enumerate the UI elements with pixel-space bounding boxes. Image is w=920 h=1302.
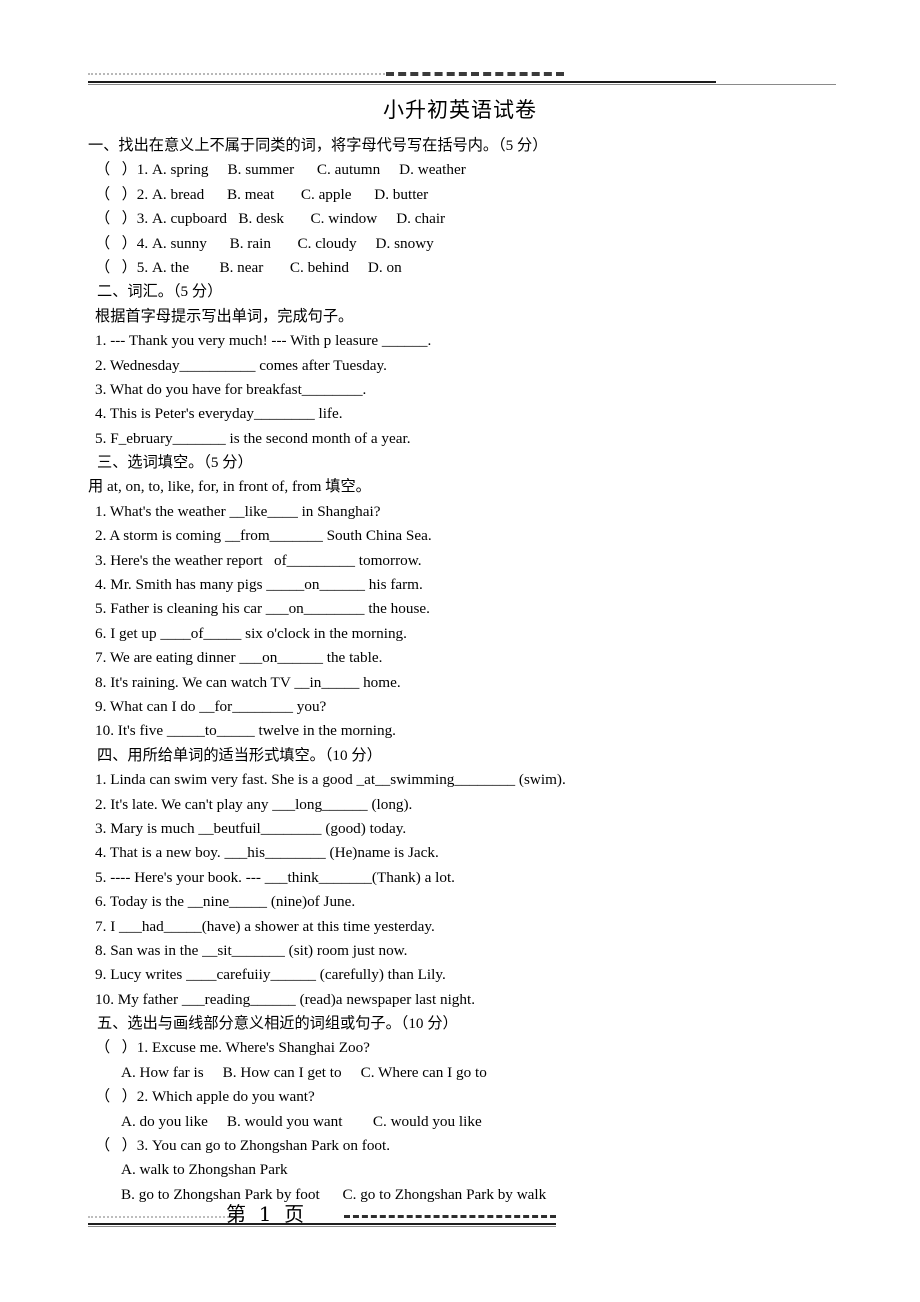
- section-2-subheading: 根据首字母提示写出单词，完成句子。: [95, 307, 354, 325]
- section-5-question-3-stem[interactable]: （ ）3. You can go to Zhongshan Park on fo…: [88, 1134, 878, 1158]
- footer-solid-thick-rule: [88, 1223, 556, 1225]
- section-3-heading: 三、选词填空。（5 分）: [97, 454, 253, 472]
- section-4-item-6[interactable]: 6. Today is the __nine_____ (nine)of Jun…: [88, 890, 878, 914]
- header-solid-thin-rule: [88, 84, 836, 85]
- section-4-item-4[interactable]: 4. That is a new boy. ___his________ (He…: [88, 841, 878, 865]
- section-3-item-3[interactable]: 3. Here's the weather report of_________…: [88, 549, 878, 573]
- section-4-heading: 四、用所给单词的适当形式填空。（10 分）: [97, 746, 382, 764]
- footer-dashed-rule: [344, 1215, 556, 1218]
- section-3-item-7[interactable]: 7. We are eating dinner ___on______ the …: [88, 646, 878, 670]
- section-5-question-2-options[interactable]: A. do you like B. would you want C. woul…: [88, 1110, 878, 1134]
- section-1-item-1[interactable]: （ ）1. A. spring B. summer C. autumn D. w…: [88, 158, 878, 182]
- section-3-item-6[interactable]: 6. I get up ____of_____ six o'clock in t…: [88, 622, 878, 646]
- section-3-item-2[interactable]: 2. A storm is coming __from_______ South…: [88, 524, 878, 548]
- footer-solid-thin-rule: [88, 1226, 556, 1227]
- section-2-item-2[interactable]: 2. Wednesday__________ comes after Tuesd…: [88, 354, 878, 378]
- section-5-question-3-option-a[interactable]: A. walk to Zhongshan Park: [88, 1158, 878, 1182]
- section-4-item-5[interactable]: 5. ---- Here's your book. --- ___think__…: [88, 866, 878, 890]
- page-footer: 第 1 页: [88, 1198, 558, 1228]
- section-3-item-10[interactable]: 10. It's five _____to_____ twelve in the…: [88, 719, 878, 743]
- section-2-item-3[interactable]: 3. What do you have for breakfast_______…: [88, 378, 878, 402]
- section-1-item-4[interactable]: （ ）4. A. sunny B. rain C. cloudy D. snow…: [88, 232, 878, 256]
- section-1-heading: 一、找出在意义上不属于同类的词，将字母代号写在括号内。（5 分）: [88, 137, 548, 154]
- exam-page: 小升初英语试卷 一、找出在意义上不属于同类的词，将字母代号写在括号内。（5 分）…: [0, 0, 920, 1302]
- section-5-question-1-options[interactable]: A. How far is B. How can I get to C. Whe…: [88, 1061, 878, 1085]
- section-1-item-3[interactable]: （ ）3. A. cupboard B. desk C. window D. c…: [88, 207, 878, 231]
- section-1-item-5[interactable]: （ ）5. A. the B. near C. behind D. on: [88, 256, 878, 280]
- section-2-item-5[interactable]: 5. F_ebruary_______ is the second month …: [88, 427, 878, 451]
- section-5-question-2-stem[interactable]: （ ）2. Which apple do you want?: [88, 1085, 878, 1109]
- section-2-item-1[interactable]: 1. --- Thank you very much! --- With p l…: [88, 329, 878, 353]
- section-5-question-1-stem[interactable]: （ ）1. Excuse me. Where's Shanghai Zoo?: [88, 1036, 878, 1060]
- footer-dotted-rule: [88, 1216, 236, 1218]
- section-2-item-4[interactable]: 4. This is Peter's everyday________ life…: [88, 402, 878, 426]
- section-4-item-1[interactable]: 1. Linda can swim very fast. She is a go…: [88, 768, 878, 792]
- section-4-item-10[interactable]: 10. My father ___reading______ (read)a n…: [88, 988, 878, 1012]
- section-3-subheading: 用 at, on, to, like, for, in front of, fr…: [88, 478, 371, 496]
- section-1-item-2[interactable]: （ ）2. A. bread B. meat C. apple D. butte…: [88, 183, 878, 207]
- exam-content: 一、找出在意义上不属于同类的词，将字母代号写在括号内。（5 分） （ ）1. A…: [88, 134, 878, 1207]
- section-3-item-9[interactable]: 9. What can I do __for________ you?: [88, 695, 878, 719]
- section-3-item-4[interactable]: 4. Mr. Smith has many pigs _____on______…: [88, 573, 878, 597]
- header-solid-thick-rule: [88, 81, 716, 83]
- section-5-heading: 五、选出与画线部分意义相近的词组或句子。（10 分）: [97, 1015, 458, 1033]
- section-3-item-8[interactable]: 8. It's raining. We can watch TV __in___…: [88, 671, 878, 695]
- header-dotted-rule: [88, 73, 388, 75]
- section-3-item-5[interactable]: 5. Father is cleaning his car ___on_____…: [88, 597, 878, 621]
- header-rule-group: [88, 68, 836, 86]
- section-4-item-8[interactable]: 8. San was in the __sit_______ (sit) roo…: [88, 939, 878, 963]
- page-title: 小升初英语试卷: [383, 98, 537, 122]
- section-4-item-2[interactable]: 2. It's late. We can't play any ___long_…: [88, 793, 878, 817]
- section-3-item-1[interactable]: 1. What's the weather __like____ in Shan…: [88, 500, 878, 524]
- section-4-item-9[interactable]: 9. Lucy writes ____carefuiiy______ (care…: [88, 963, 878, 987]
- section-4-item-7[interactable]: 7. I ___had_____(have) a shower at this …: [88, 915, 878, 939]
- section-4-item-3[interactable]: 3. Mary is much __beutfuil________ (good…: [88, 817, 878, 841]
- header-dashed-rule: [386, 72, 564, 76]
- section-2-heading: 二、词汇。（5 分）: [97, 283, 223, 301]
